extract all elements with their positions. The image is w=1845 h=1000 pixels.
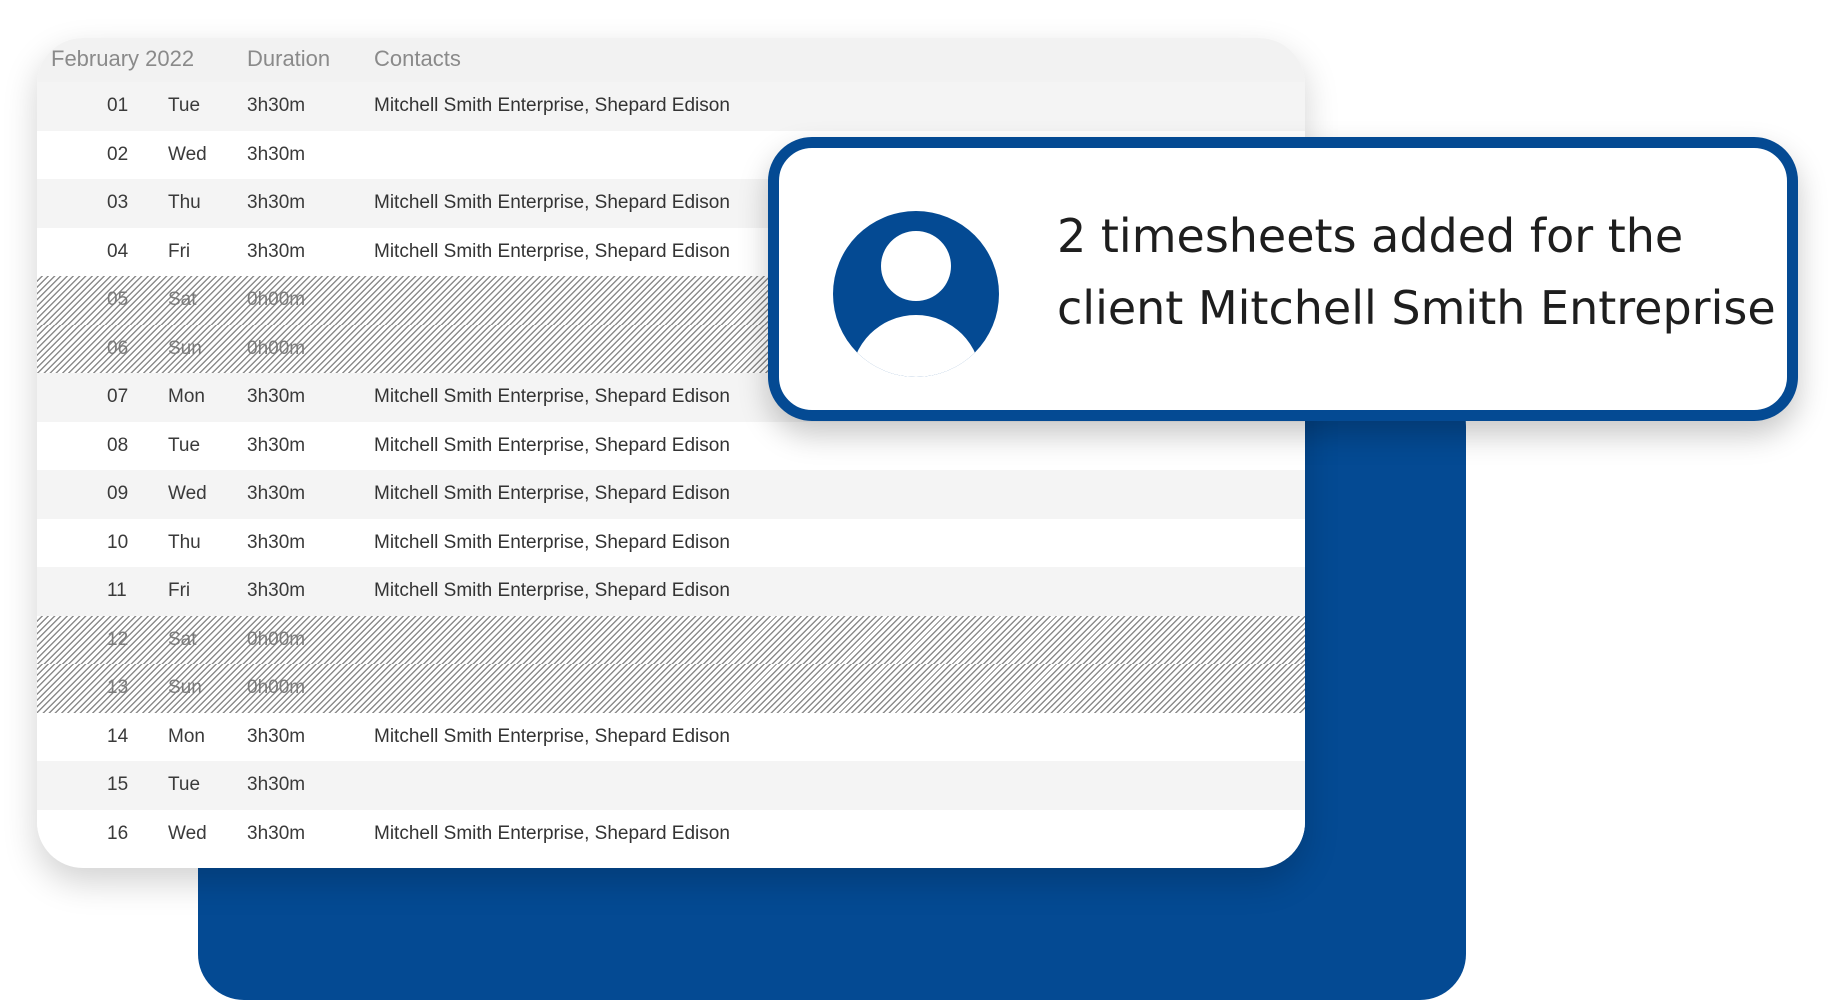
weekday-cell: Wed bbox=[168, 143, 207, 165]
table-row[interactable]: 01 Tue 3h30m Mitchell Smith Enterprise, She… bbox=[37, 82, 1305, 131]
weekday-cell: Tue bbox=[168, 434, 201, 456]
day-cell: 12 bbox=[107, 628, 129, 650]
notification-toast: 2 timesheets added for the client Mitche… bbox=[768, 137, 1798, 421]
table-row[interactable]: 13 Sun 0h00m bbox=[37, 664, 1305, 713]
duration-cell: 3h30m bbox=[247, 95, 306, 116]
duration-cell: 3h30m bbox=[247, 483, 306, 504]
user-icon bbox=[833, 211, 999, 377]
table-row[interactable]: 10 Thu 3h30m Mitchell Smith Enterprise, She… bbox=[37, 518, 1305, 567]
weekday-cell: Sat bbox=[168, 289, 197, 310]
day-cell: 02 bbox=[107, 143, 129, 165]
contacts-cell: Mitchell Smith Enterprise, Shepard Ediso… bbox=[374, 240, 730, 262]
weekday-cell: Sun bbox=[168, 677, 202, 698]
duration-cell: 3h30m bbox=[247, 386, 306, 407]
duration-cell: 0h00m bbox=[247, 677, 306, 698]
weekday-cell: Tue bbox=[168, 774, 201, 795]
table-header: February 2022 Duration Contacts bbox=[37, 38, 1305, 82]
table-row[interactable]: 15 Tue 3h30m bbox=[37, 761, 1305, 810]
notification-line-1: 2 timesheets added for the bbox=[1057, 209, 1684, 263]
day-cell: 05 bbox=[107, 289, 129, 310]
day-cell: 13 bbox=[107, 677, 129, 698]
duration-cell: 3h30m bbox=[247, 774, 306, 795]
duration-cell: 3h30m bbox=[247, 531, 306, 553]
notification-line-2: client Mitchell Smith Entreprise bbox=[1057, 281, 1776, 335]
table-row[interactable]: 12 Sat 0h00m bbox=[37, 615, 1305, 664]
duration-cell: 3h30m bbox=[247, 822, 306, 844]
duration-cell: 3h30m bbox=[247, 725, 306, 747]
table-row[interactable]: 16 Wed 3h30m Mitchell Smith Enterprise, She… bbox=[37, 809, 1305, 858]
weekday-cell: Tue bbox=[168, 95, 201, 116]
contacts-cell: Mitchell Smith Enterprise, Shepard Ediso… bbox=[374, 725, 730, 747]
day-cell: 06 bbox=[107, 337, 129, 359]
contacts-header: Contacts bbox=[374, 46, 461, 71]
contacts-cell: Mitchell Smith Enterprise, Shepard Ediso… bbox=[374, 95, 730, 116]
duration-cell: 3h30m bbox=[247, 192, 306, 213]
duration-cell: 0h00m bbox=[247, 628, 306, 650]
notification-message: 2 timesheets added for the client Mitche… bbox=[1057, 200, 1777, 344]
contacts-cell: Mitchell Smith Enterprise, Shepard Ediso… bbox=[374, 580, 730, 601]
contacts-cell: Mitchell Smith Enterprise, Shepard Ediso… bbox=[374, 531, 730, 553]
day-cell: 15 bbox=[107, 774, 129, 795]
table-row[interactable]: 11 Fri 3h30m Mitchell Smith Enterprise, She… bbox=[37, 567, 1305, 616]
weekday-cell: Fri bbox=[168, 240, 191, 262]
day-cell: 08 bbox=[107, 434, 129, 456]
weekday-cell: Thu bbox=[168, 192, 201, 213]
duration-header: Duration bbox=[247, 46, 331, 71]
day-cell: 04 bbox=[107, 240, 129, 262]
contacts-cell: Mitchell Smith Enterprise, Shepard Ediso… bbox=[374, 483, 730, 504]
contacts-cell: Mitchell Smith Enterprise, Shepard Ediso… bbox=[374, 434, 730, 456]
duration-cell: 3h30m bbox=[247, 240, 306, 262]
weekday-cell: Fri bbox=[168, 580, 191, 601]
weekday-cell: Sun bbox=[168, 337, 202, 359]
day-cell: 03 bbox=[107, 192, 129, 213]
table-row[interactable]: 14 Mon 3h30m Mitchell Smith Enterprise, She… bbox=[37, 712, 1305, 761]
table-row[interactable]: 08 Tue 3h30m Mitchell Smith Enterprise, She… bbox=[37, 421, 1305, 470]
weekday-cell: Wed bbox=[168, 483, 207, 504]
day-cell: 14 bbox=[107, 725, 129, 747]
contacts-cell: Mitchell Smith Enterprise, Shepard Ediso… bbox=[374, 822, 730, 844]
day-cell: 01 bbox=[107, 95, 129, 116]
day-cell: 10 bbox=[107, 531, 129, 553]
day-cell: 16 bbox=[107, 822, 129, 844]
duration-cell: 3h30m bbox=[247, 434, 306, 456]
weekday-cell: Wed bbox=[168, 822, 207, 844]
duration-cell: 3h30m bbox=[247, 143, 306, 165]
day-cell: 11 bbox=[107, 580, 127, 601]
day-cell: 07 bbox=[107, 386, 129, 407]
contacts-cell: Mitchell Smith Enterprise, Shepard Ediso… bbox=[374, 386, 730, 407]
duration-cell: 0h00m bbox=[247, 337, 306, 359]
weekday-cell: Thu bbox=[168, 531, 201, 553]
table-row[interactable]: 09 Wed 3h30m Mitchell Smith Enterprise, She… bbox=[37, 470, 1305, 519]
weekday-cell: Sat bbox=[168, 628, 197, 650]
weekday-cell: Mon bbox=[168, 386, 205, 407]
duration-cell: 3h30m bbox=[247, 580, 306, 601]
contacts-cell: Mitchell Smith Enterprise, Shepard Ediso… bbox=[374, 192, 730, 213]
duration-cell: 0h00m bbox=[247, 289, 306, 310]
weekday-cell: Mon bbox=[168, 725, 205, 747]
day-cell: 09 bbox=[107, 483, 129, 504]
month-header: February 2022 bbox=[51, 46, 195, 71]
